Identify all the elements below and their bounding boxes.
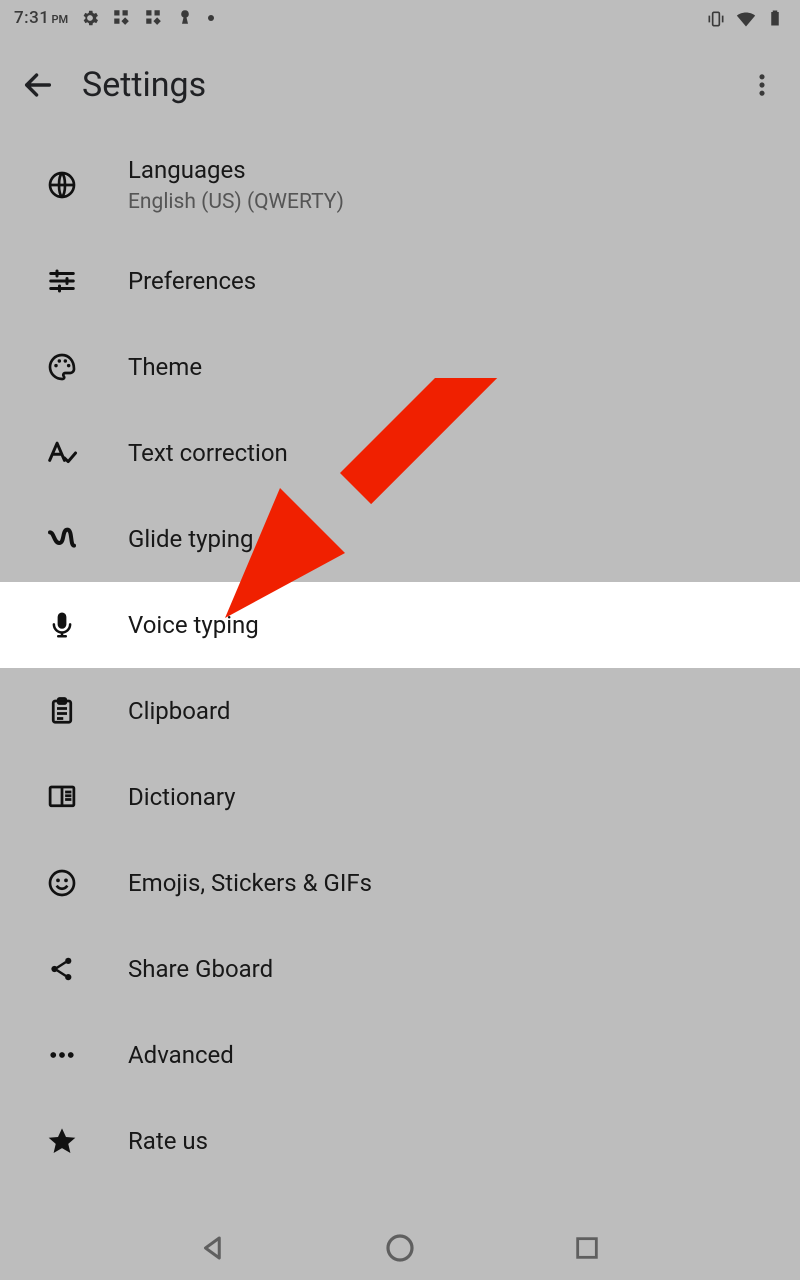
row-share[interactable]: Share Gboard: [0, 926, 800, 1012]
palette-icon: [40, 345, 84, 389]
row-glide-typing[interactable]: Glide typing: [0, 496, 800, 582]
row-languages[interactable]: Languages English (US) (QWERTY): [0, 132, 800, 238]
nav-recent-button[interactable]: [569, 1230, 605, 1266]
mic-icon: [40, 603, 84, 647]
page-title: Settings: [82, 65, 742, 105]
wifi-icon: [736, 8, 756, 28]
row-label: Voice typing: [128, 611, 259, 639]
vibrate-icon: [706, 8, 726, 28]
sliders-icon: [40, 259, 84, 303]
square-icon: [573, 1234, 601, 1262]
battery-icon: [766, 8, 786, 28]
row-label: Rate us: [128, 1127, 208, 1155]
nav-bar: [0, 1216, 800, 1280]
settings-list: Languages English (US) (QWERTY) Preferen…: [0, 132, 800, 1216]
nav-back-button[interactable]: [195, 1230, 231, 1266]
row-label: Clipboard: [128, 697, 230, 725]
row-advanced[interactable]: Advanced: [0, 1012, 800, 1098]
status-right: [706, 8, 786, 28]
status-bar: 7:31PM: [0, 0, 800, 36]
dot-icon: [208, 15, 214, 21]
row-clipboard[interactable]: Clipboard: [0, 668, 800, 754]
row-theme[interactable]: Theme: [0, 324, 800, 410]
arrow-left-icon: [21, 68, 55, 102]
row-dictionary[interactable]: Dictionary: [0, 754, 800, 840]
more-vert-icon: [748, 71, 776, 99]
text-correct-icon: [40, 431, 84, 475]
widget-icon: [144, 8, 164, 28]
row-label: Emojis, Stickers & GIFs: [128, 869, 372, 897]
app-bar: Settings: [0, 44, 800, 126]
row-label: Languages: [128, 156, 344, 184]
row-label: Advanced: [128, 1041, 234, 1069]
screen: { "status": { "time": "7:31", "ampm": "P…: [0, 0, 800, 1280]
share-icon: [40, 947, 84, 991]
row-label: Glide typing: [128, 525, 253, 553]
dictionary-icon: [40, 775, 84, 819]
row-preferences[interactable]: Preferences: [0, 238, 800, 324]
globe-icon: [40, 163, 84, 207]
more-icon: [40, 1033, 84, 1077]
row-label: Preferences: [128, 267, 256, 295]
emoji-icon: [40, 861, 84, 905]
widget-icon: [112, 8, 132, 28]
star-icon: [40, 1119, 84, 1163]
triangle-left-icon: [198, 1233, 228, 1263]
row-label: Share Gboard: [128, 955, 273, 983]
row-emojis[interactable]: Emojis, Stickers & GIFs: [0, 840, 800, 926]
row-voice-typing[interactable]: Voice typing: [0, 582, 800, 668]
status-left: 7:31PM: [14, 8, 214, 28]
back-button[interactable]: [18, 65, 58, 105]
clipboard-icon: [40, 689, 84, 733]
row-label: Dictionary: [128, 783, 236, 811]
circle-icon: [384, 1232, 416, 1264]
row-label: Theme: [128, 353, 202, 381]
row-rate-us[interactable]: Rate us: [0, 1098, 800, 1184]
status-time: 7:31PM: [14, 8, 68, 28]
row-label: Text correction: [128, 439, 288, 467]
glide-icon: [40, 517, 84, 561]
gear-icon: [80, 8, 100, 28]
row-sub: English (US) (QWERTY): [128, 190, 344, 214]
row-text-correction[interactable]: Text correction: [0, 410, 800, 496]
overflow-button[interactable]: [742, 65, 782, 105]
keyhole-icon: [176, 8, 196, 28]
nav-home-button[interactable]: [382, 1230, 418, 1266]
